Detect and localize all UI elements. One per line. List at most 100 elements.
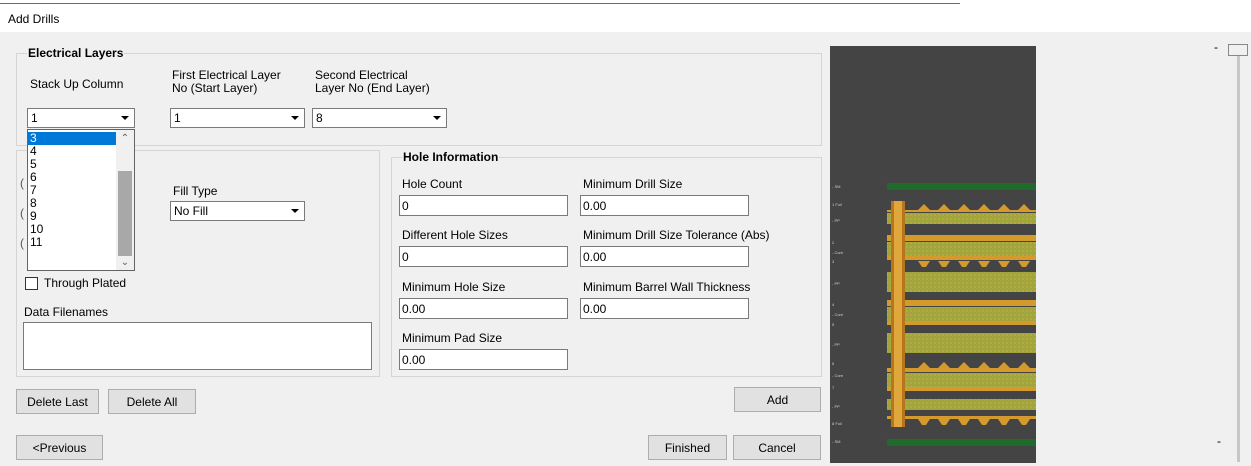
- prepreg-layer: [887, 213, 1171, 224]
- chevron-down-icon[interactable]: [287, 203, 303, 219]
- min-pad-size-field[interactable]: 0.00: [399, 349, 568, 370]
- min-drill-tolerance-field[interactable]: 0.00: [580, 246, 749, 267]
- copper-layer: [887, 300, 1171, 306]
- min-hole-size-field[interactable]: 0.00: [399, 298, 568, 319]
- fill-type-label: Fill Type: [173, 184, 218, 198]
- radio-fragment: (: [20, 206, 24, 220]
- chevron-down-icon[interactable]: [287, 110, 303, 126]
- hole-count-field[interactable]: 0: [399, 195, 568, 216]
- previous-button[interactable]: <Previous: [16, 435, 103, 460]
- core-layer: [887, 373, 1171, 387]
- dropdown-option[interactable]: 3: [28, 132, 116, 145]
- prepreg-layer: [887, 399, 1171, 410]
- scrollbar-thumb[interactable]: [118, 171, 132, 256]
- copper-layer: [887, 387, 1171, 391]
- stack-up-column-value: 1: [31, 111, 38, 125]
- first-layer-label-line2: No (Start Layer): [172, 81, 258, 95]
- diff-hole-sizes-field[interactable]: 0: [399, 246, 568, 267]
- layer-label: 4: [832, 302, 835, 307]
- fill-type-select[interactable]: No Fill: [170, 201, 305, 221]
- stackup-diagram: [887, 183, 1171, 446]
- first-layer-select[interactable]: 1: [170, 108, 305, 128]
- foil-8-pads: [918, 419, 1150, 425]
- stack-up-column-dropdown-list[interactable]: 3 4 5 6 7 8 9 10 11 ⌃ ⌄: [27, 129, 135, 271]
- cancel-button[interactable]: Cancel: [733, 435, 821, 460]
- dropdown-option[interactable]: 8: [28, 197, 116, 210]
- stack-up-column-select[interactable]: 1: [27, 108, 135, 128]
- add-button[interactable]: Add: [734, 387, 821, 412]
- layer-label: - PP: [832, 218, 840, 223]
- layer-label: - SM: [832, 439, 841, 444]
- copper-layer: [887, 416, 1171, 419]
- layer-label: 7: [832, 385, 835, 390]
- data-filenames-label: Data Filenames: [24, 305, 109, 319]
- core-layer: [887, 242, 1171, 256]
- foil-1-pads: [918, 204, 1150, 210]
- min-drill-size-field[interactable]: 0.00: [580, 195, 749, 216]
- second-layer-label-line1: Second Electrical: [315, 68, 408, 82]
- first-layer-label-line1: First Electrical Layer: [172, 68, 281, 82]
- layer-label: - PP: [832, 342, 840, 347]
- first-layer-value: 1: [174, 111, 181, 125]
- second-layer-select[interactable]: 8: [312, 108, 447, 128]
- min-pad-size-label: Minimum Pad Size: [402, 331, 503, 345]
- stackup-preview: - SM 1 Foil - PP 2 - Core 3 - PP 4 - Cor…: [830, 46, 1171, 463]
- dropdown-scrollbar[interactable]: ⌃ ⌄: [116, 130, 134, 270]
- through-plated-checkbox[interactable]: [25, 277, 38, 290]
- layer-label: 8 Foil: [832, 421, 842, 426]
- zoom-slider-thumb[interactable]: [1228, 44, 1248, 56]
- fill-type-value: No Fill: [174, 204, 209, 218]
- min-barrel-wall-field[interactable]: 0.00: [580, 298, 749, 319]
- layer-label: 6: [832, 361, 835, 366]
- copper-layer: [887, 368, 1171, 372]
- radio-fragment: (: [20, 176, 24, 190]
- window-title: Add Drills: [8, 12, 60, 26]
- hole-information-legend: Hole Information: [403, 150, 499, 164]
- radio-fragment: (: [20, 236, 24, 250]
- min-barrel-wall-label: Minimum Barrel Wall Thickness: [583, 280, 751, 294]
- prepreg-layer: [887, 333, 1171, 353]
- soldermask-bottom: [887, 439, 1171, 446]
- scroll-down-icon[interactable]: ⌄: [116, 254, 134, 270]
- dropdown-option[interactable]: 11: [28, 236, 116, 249]
- electrical-layers-group: Electrical Layers: [16, 46, 822, 146]
- title-divider: [0, 3, 960, 4]
- hole-count-label: Hole Count: [402, 177, 463, 191]
- layer-label: 5: [832, 322, 835, 327]
- layer-label: 3: [832, 259, 835, 264]
- layer-label: - SM: [832, 184, 841, 189]
- layer-6-pads: [918, 362, 1150, 368]
- layer-label: 2: [832, 240, 835, 245]
- through-plated-label: Through Plated: [44, 276, 127, 290]
- copper-layer: [887, 235, 1171, 241]
- copper-layer: [887, 256, 1171, 260]
- slider-top-mark: -: [1214, 40, 1218, 54]
- layer-label: - Core: [832, 250, 844, 255]
- finished-button[interactable]: Finished: [648, 435, 727, 460]
- soldermask-top: [887, 183, 1171, 190]
- chevron-down-icon[interactable]: [117, 110, 133, 126]
- scroll-up-icon[interactable]: ⌃: [116, 130, 134, 146]
- delete-all-button[interactable]: Delete All: [108, 389, 196, 414]
- delete-last-button[interactable]: Delete Last: [16, 389, 99, 414]
- title-bar: Add Drills: [0, 0, 1251, 32]
- layer-label: - Core: [832, 312, 844, 317]
- layer-label: - PP: [832, 281, 840, 286]
- slider-bottom-mark: -: [1217, 434, 1221, 448]
- dropdown-option[interactable]: 7: [28, 184, 116, 197]
- dropdown-option[interactable]: 5: [28, 158, 116, 171]
- min-hole-size-label: Minimum Hole Size: [402, 280, 506, 294]
- data-filenames-field[interactable]: [23, 322, 372, 370]
- layer-label: - Core: [832, 373, 844, 378]
- dropdown-option[interactable]: 6: [28, 171, 116, 184]
- stack-up-column-label: Stack Up Column: [30, 77, 124, 91]
- core-layer: [887, 307, 1171, 321]
- chevron-down-icon[interactable]: [429, 110, 445, 126]
- layer-label: 1 Foil: [832, 202, 842, 207]
- zoom-slider-track[interactable]: [1237, 48, 1240, 462]
- copper-layer: [887, 321, 1171, 325]
- second-layer-value: 8: [316, 111, 323, 125]
- prepreg-layer: [887, 272, 1171, 292]
- dropdown-option[interactable]: 4: [28, 145, 116, 158]
- second-layer-label-line2: Layer No (End Layer): [315, 81, 430, 95]
